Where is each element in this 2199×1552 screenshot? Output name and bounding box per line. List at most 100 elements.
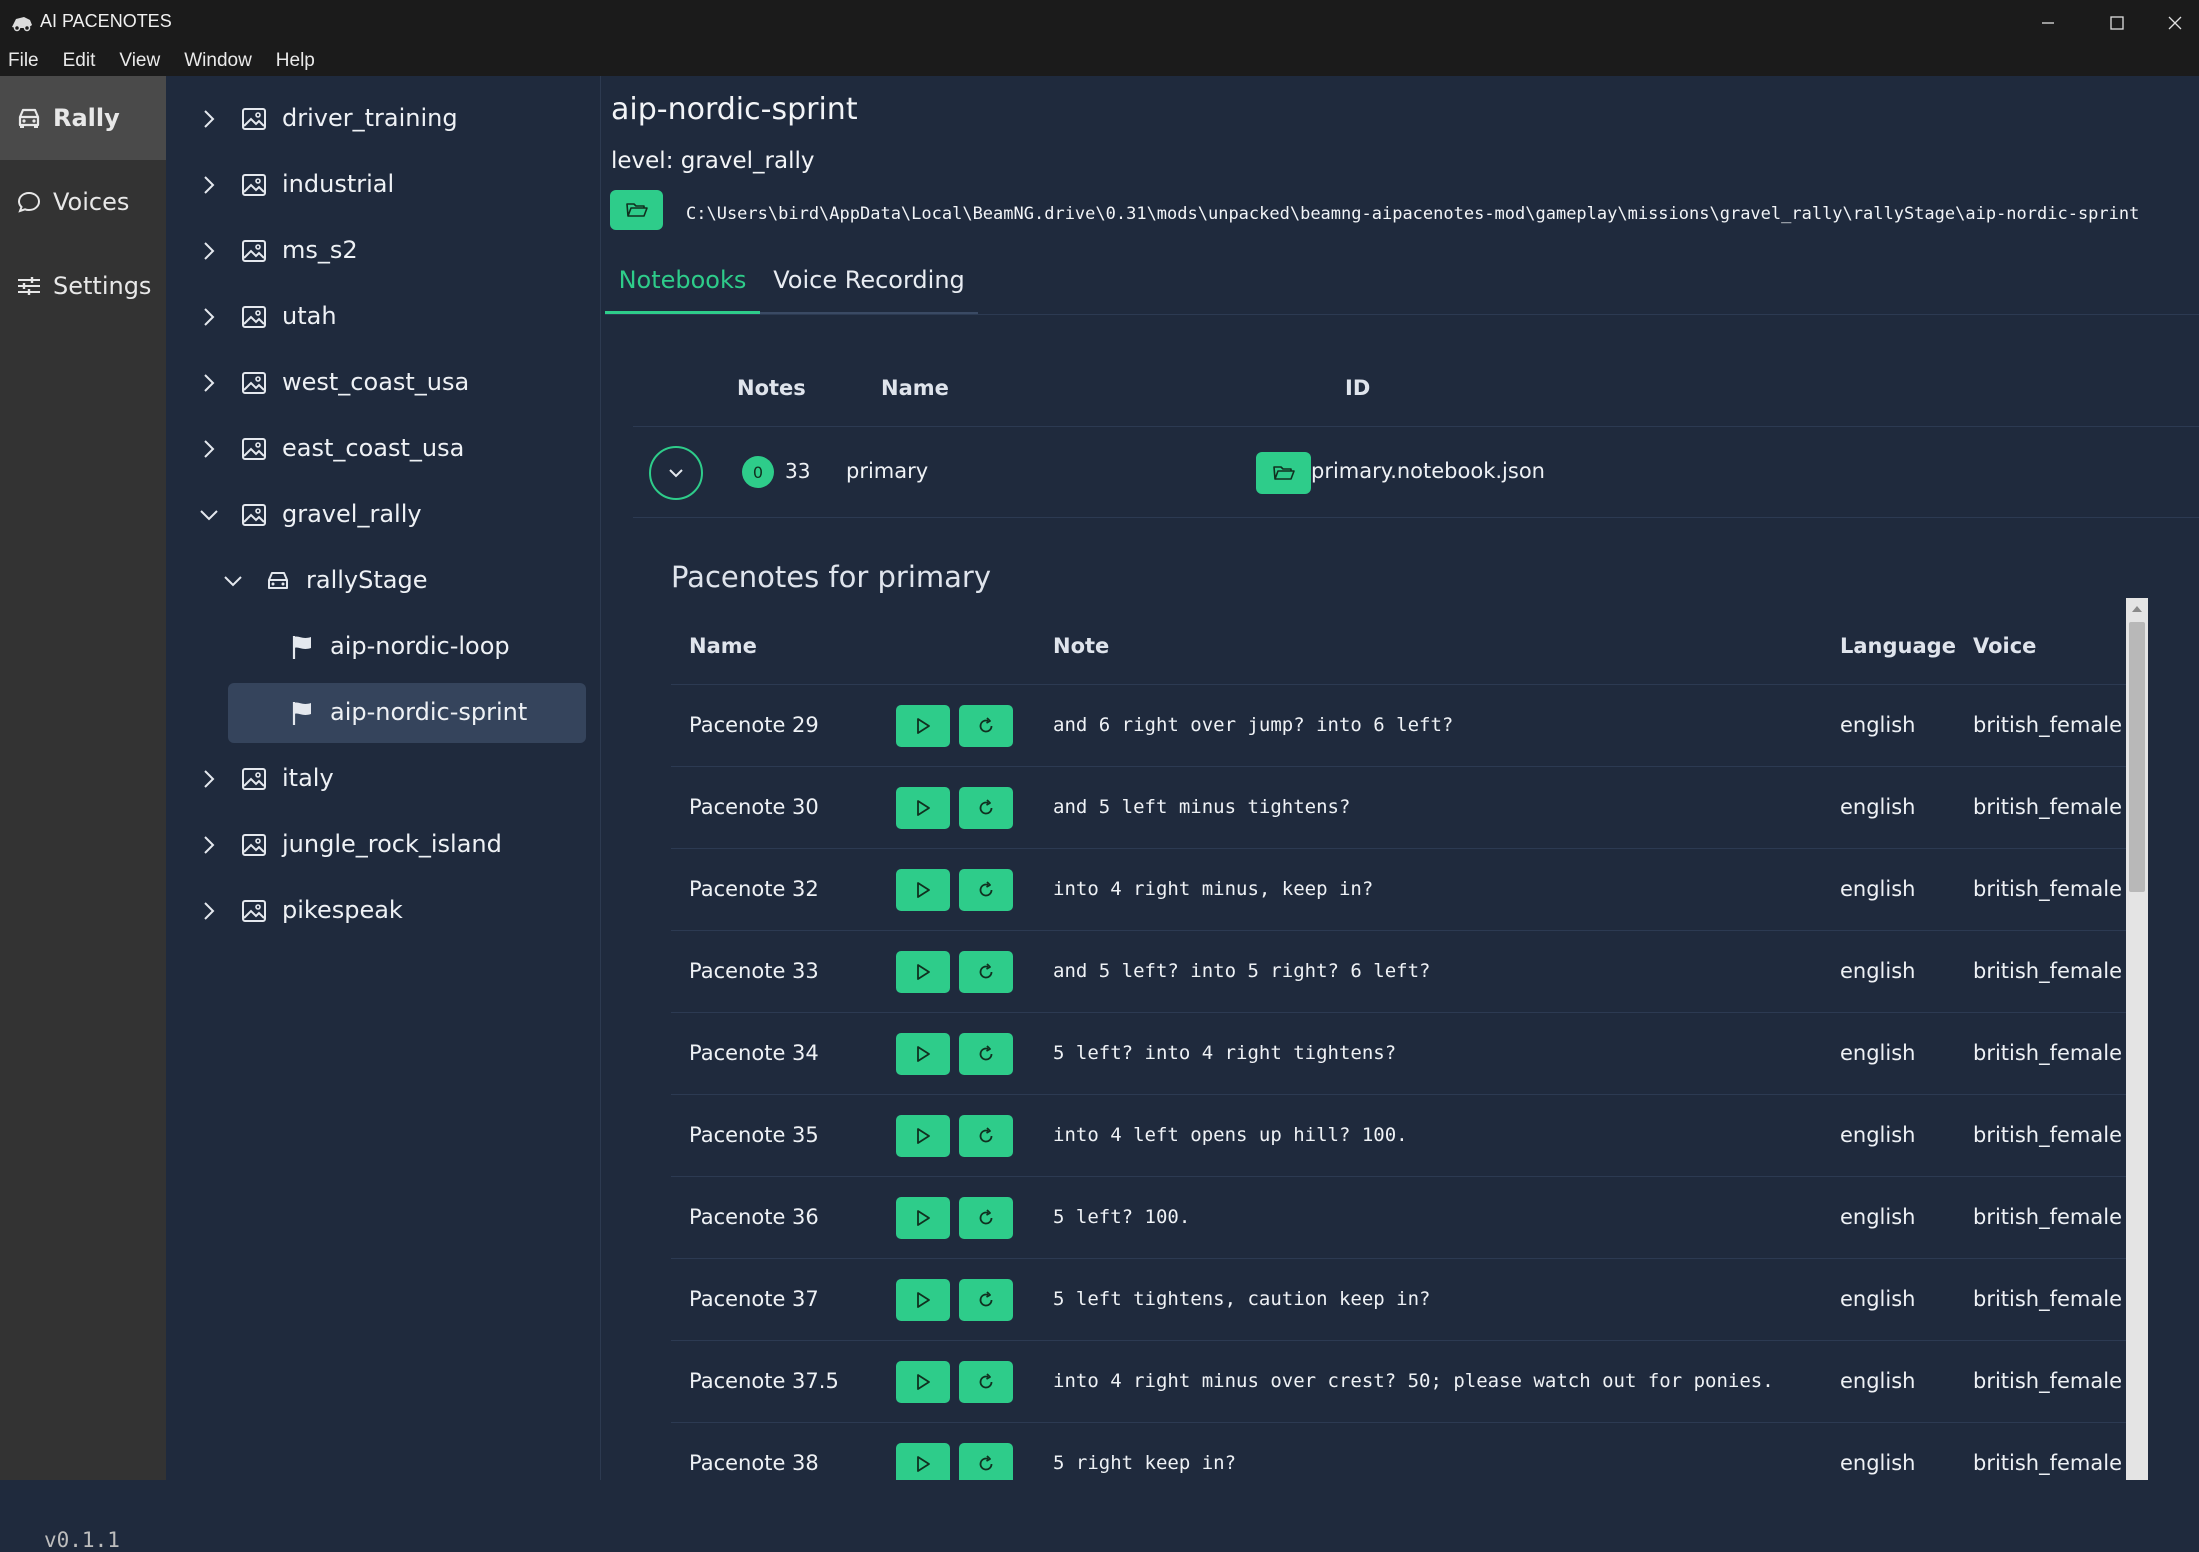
pacenote-row[interactable]: Pacenote 32 into 4 right minus, keep in? e…: [671, 848, 2126, 931]
play-button[interactable]: [896, 1361, 950, 1403]
tree-item-west_coast_usa[interactable]: west_coast_usa: [166, 353, 600, 413]
left-nav: Rally Voices Settings v0.1.1: [0, 76, 166, 1552]
menu-edit[interactable]: Edit: [55, 50, 104, 72]
tree-item-rallyStage[interactable]: rallyStage: [166, 551, 600, 611]
notebook-row[interactable]: 0 33 primary primary.notebook.json: [633, 426, 2199, 518]
tree-item-east_coast_usa[interactable]: east_coast_usa: [166, 419, 600, 479]
regenerate-button[interactable]: [959, 1279, 1013, 1321]
regenerate-button[interactable]: [959, 1033, 1013, 1075]
chevron-right-icon[interactable]: [198, 900, 220, 922]
regenerate-button[interactable]: [959, 1197, 1013, 1239]
chevron-right-icon[interactable]: [198, 372, 220, 394]
chevron-right-icon[interactable]: [198, 438, 220, 460]
play-icon: [917, 718, 930, 734]
stage-level: level: gravel_rally: [611, 148, 815, 174]
tree-item-gravel_rally[interactable]: gravel_rally: [166, 485, 600, 545]
tree-item-aip-nordic-loop[interactable]: aip-nordic-loop: [166, 617, 600, 677]
tree-item-label: driver_training: [282, 104, 458, 132]
nav-settings[interactable]: Settings: [0, 244, 166, 328]
refresh-icon: [979, 1127, 993, 1143]
chevron-right-icon[interactable]: [198, 108, 220, 130]
menu-window[interactable]: Window: [176, 50, 260, 72]
minimize-button[interactable]: [2013, 0, 2083, 46]
pacenote-voice: british_female: [1973, 795, 2123, 819]
nav-rally[interactable]: Rally: [0, 76, 166, 160]
regenerate-button[interactable]: [959, 1115, 1013, 1157]
pacenote-row[interactable]: Pacenote 29 and 6 right over jump? into 6…: [671, 684, 2126, 767]
tree-item-label: rallyStage: [306, 566, 428, 594]
regenerate-button[interactable]: [959, 869, 1013, 911]
open-notebook-folder-button[interactable]: [1256, 452, 1311, 494]
pacenote-row[interactable]: Pacenote 38 5 right keep in? english britis…: [671, 1422, 2126, 1480]
tree-item-driver_training[interactable]: driver_training: [166, 89, 600, 149]
pacenote-row[interactable]: Pacenote 35 into 4 left opens up hill? 10…: [671, 1094, 2126, 1177]
play-button[interactable]: [896, 1197, 950, 1239]
tree-item-pikespeak[interactable]: pikespeak: [166, 881, 600, 941]
play-button[interactable]: [896, 1443, 950, 1480]
expand-notebook-button[interactable]: [649, 446, 703, 500]
chevron-down-icon[interactable]: [222, 570, 244, 592]
play-button[interactable]: [896, 787, 950, 829]
maximize-button[interactable]: [2082, 0, 2152, 46]
play-button[interactable]: [896, 951, 950, 993]
tree-item-ms_s2[interactable]: ms_s2: [166, 221, 600, 281]
pacenote-row[interactable]: Pacenote 37 5 left tightens, caution keep…: [671, 1258, 2126, 1341]
flag-icon: [292, 702, 311, 725]
pacenote-language: english: [1840, 1287, 1916, 1311]
pacenote-text: 5 left? 100.: [1053, 1206, 1191, 1228]
play-button[interactable]: [896, 1279, 950, 1321]
tree-item-aip-nordic-sprint[interactable]: aip-nordic-sprint: [228, 683, 586, 743]
mission-tree: driver_training industrial ms_s2 utah we…: [166, 76, 601, 1480]
pacenote-row[interactable]: Pacenote 34 5 left? into 4 right tightens…: [671, 1012, 2126, 1095]
menu-help[interactable]: Help: [268, 50, 323, 72]
pacenote-text: into 4 right minus, keep in?: [1053, 878, 1374, 900]
pacenote-row[interactable]: Pacenote 30 and 5 left minus tightens? eng…: [671, 766, 2126, 849]
pacenote-text: 5 left tightens, caution keep in?: [1053, 1288, 1431, 1310]
play-button[interactable]: [896, 705, 950, 747]
tree-item-label: industrial: [282, 170, 395, 198]
tree-item-utah[interactable]: utah: [166, 287, 600, 347]
tab-voice-recording[interactable]: Voice Recording: [760, 248, 978, 314]
column-header-name: Name: [689, 634, 757, 658]
pacenotes-scrollbar[interactable]: [2126, 598, 2148, 1480]
play-button[interactable]: [896, 869, 950, 911]
tab-notebooks[interactable]: Notebooks: [605, 248, 760, 314]
refresh-icon: [979, 1291, 993, 1307]
pacenote-row[interactable]: Pacenote 37.5 into 4 right minus over cre…: [671, 1340, 2126, 1423]
tree-item-italy[interactable]: italy: [166, 749, 600, 809]
regenerate-button[interactable]: [959, 1443, 1013, 1480]
play-button[interactable]: [896, 1033, 950, 1075]
nav-voices-label: Voices: [53, 188, 130, 216]
pacenote-text: into 4 left opens up hill? 100.: [1053, 1124, 1408, 1146]
nav-voices[interactable]: Voices: [0, 160, 166, 244]
image-icon: [242, 372, 266, 394]
pacenote-text: 5 right keep in?: [1053, 1452, 1237, 1474]
chevron-down-icon[interactable]: [198, 504, 220, 526]
chevron-right-icon[interactable]: [198, 240, 220, 262]
tree-item-industrial[interactable]: industrial: [166, 155, 600, 215]
version-label: v0.1.1: [44, 1528, 120, 1552]
minimize-icon: [2042, 22, 2054, 24]
play-button[interactable]: [896, 1115, 950, 1157]
chevron-right-icon[interactable]: [198, 174, 220, 196]
pacenote-voice: british_female: [1973, 1287, 2123, 1311]
regenerate-button[interactable]: [959, 951, 1013, 993]
open-stage-folder-button[interactable]: [610, 190, 663, 230]
regenerate-button[interactable]: [959, 787, 1013, 829]
pacenote-language: english: [1840, 1205, 1916, 1229]
chevron-right-icon[interactable]: [198, 306, 220, 328]
menu-view[interactable]: View: [111, 50, 168, 72]
close-button[interactable]: [2150, 0, 2199, 46]
chevron-right-icon[interactable]: [198, 768, 220, 790]
scrollbar-thumb[interactable]: [2129, 622, 2145, 892]
scroll-up-arrow[interactable]: [2126, 598, 2148, 620]
pacenote-row[interactable]: Pacenote 36 5 left? 100. english british_fe…: [671, 1176, 2126, 1259]
regenerate-button[interactable]: [959, 705, 1013, 747]
pacenote-language: english: [1840, 1451, 1916, 1475]
regenerate-button[interactable]: [959, 1361, 1013, 1403]
chevron-right-icon[interactable]: [198, 834, 220, 856]
tree-item-jungle_rock_island[interactable]: jungle_rock_island: [166, 815, 600, 875]
menu-file[interactable]: File: [0, 50, 47, 72]
pacenote-row[interactable]: Pacenote 33 and 5 left? into 5 right? 6 l…: [671, 930, 2126, 1013]
pacenote-text: and 5 left minus tightens?: [1053, 796, 1351, 818]
